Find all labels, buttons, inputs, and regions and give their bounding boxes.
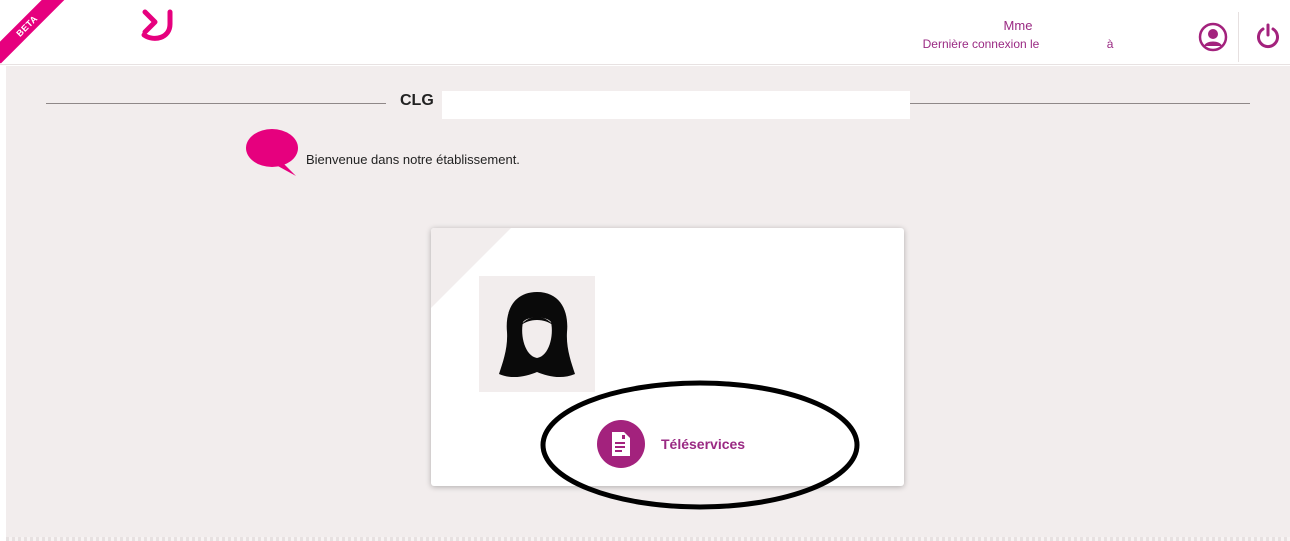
main-content: CLG Bienvenue dans notre établissement. [6,66,1290,537]
last-login-separator: à [1106,37,1114,51]
power-icon[interactable] [1254,22,1282,50]
header-divider [1238,12,1239,62]
document-icon [612,432,630,456]
beta-label: BETA [0,0,65,64]
user-info: Mme Dernière connexion le à [898,18,1138,51]
teleservices-icon-circle [597,420,645,468]
last-login: Dernière connexion le à [898,37,1138,51]
last-login-label: Dernière connexion le [922,37,1040,51]
enta-logo-icon[interactable] [140,8,174,42]
page-bottom-border [6,537,1290,541]
school-title: CLG [400,92,434,109]
user-circle-icon[interactable] [1198,22,1228,52]
female-avatar-icon [499,292,575,378]
avatar [479,276,595,392]
title-rule-left [46,103,386,104]
title-rule-right [910,103,1250,104]
speech-bubble-icon [246,129,298,176]
user-name: Mme [1003,18,1033,33]
user-card: Téléservices [431,228,904,486]
teleservices-link[interactable]: Téléservices [597,420,745,468]
top-bar: BETA Mme Dernière connexion le à [0,0,1290,65]
beta-ribbon: BETA [0,0,70,70]
welcome-message: Bienvenue dans notre établissement. [306,152,520,167]
teleservices-label: Téléservices [661,436,746,452]
school-name [442,91,910,119]
